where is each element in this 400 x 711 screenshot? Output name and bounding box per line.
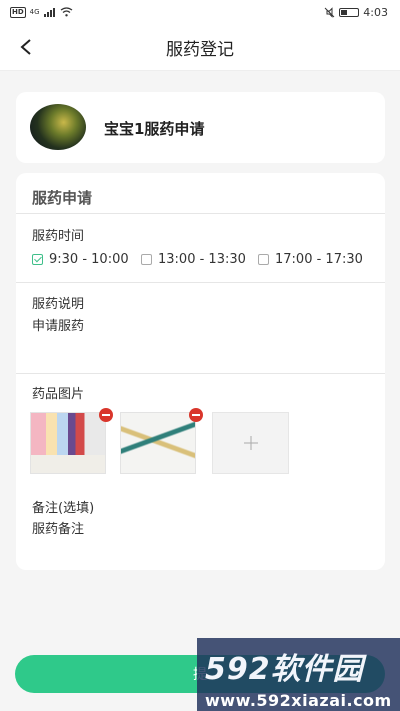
remove-image-icon[interactable] [189,408,203,422]
remove-image-icon[interactable] [99,408,113,422]
request-title: 宝宝1服药申请 [104,120,205,138]
mute-icon [324,6,335,18]
page-title: 服药登记 [166,39,234,60]
instructions-label: 服药说明 [32,297,85,312]
time-option-1[interactable]: 9:30 - 10:00 [32,252,129,267]
request-card: 宝宝1服药申请 [16,92,385,163]
notes-label: 备注(选填) [32,501,95,516]
status-right: 4:03 [324,6,388,19]
medicine-image-1[interactable] [30,408,113,474]
divider [16,373,385,374]
checkbox-icon[interactable] [141,254,152,265]
divider [16,213,385,214]
checkbox-checked-icon[interactable] [32,254,43,265]
hd-badge: HD [10,6,26,18]
network-type: 4G [29,8,40,16]
chevron-left-icon [20,39,31,55]
plus-icon [243,436,258,450]
battery-icon [339,7,360,17]
medicine-image-2[interactable] [120,408,203,474]
images-label: 药品图片 [32,387,85,402]
avatar [30,104,86,150]
status-left: HD 4G [10,6,73,18]
time-option-2[interactable]: 13:00 - 13:30 [141,252,246,267]
checkbox-icon[interactable] [258,254,269,265]
add-image-button[interactable] [212,412,289,474]
nav-bar: 服药登记 [0,24,400,71]
wifi-icon [60,7,72,17]
time-option-label: 17:00 - 17:30 [275,252,363,267]
watermark-url: www.592xiazai.com [205,691,392,710]
section-title: 服药申请 [32,189,93,207]
status-bar: HD 4G 4:03 [0,0,400,24]
divider [16,282,385,283]
status-time: 4:03 [363,5,388,19]
signal-icon [43,7,55,17]
back-button[interactable] [14,34,38,60]
time-option-label: 13:00 - 13:30 [158,252,246,267]
time-option-label: 9:30 - 10:00 [49,252,129,267]
medication-form: 服药申请 服药时间 9:30 - 10:00 13:00 - 13:30 17:… [16,173,385,570]
instructions-input[interactable]: 申请服药 [32,315,84,334]
time-label: 服药时间 [32,229,85,244]
watermark-overlay: 592软件园 www.592xiazai.com [197,638,400,711]
time-option-3[interactable]: 17:00 - 17:30 [258,252,363,267]
watermark-logo-text: 592软件园 [205,652,364,687]
notes-input[interactable]: 服药备注 [32,518,84,537]
